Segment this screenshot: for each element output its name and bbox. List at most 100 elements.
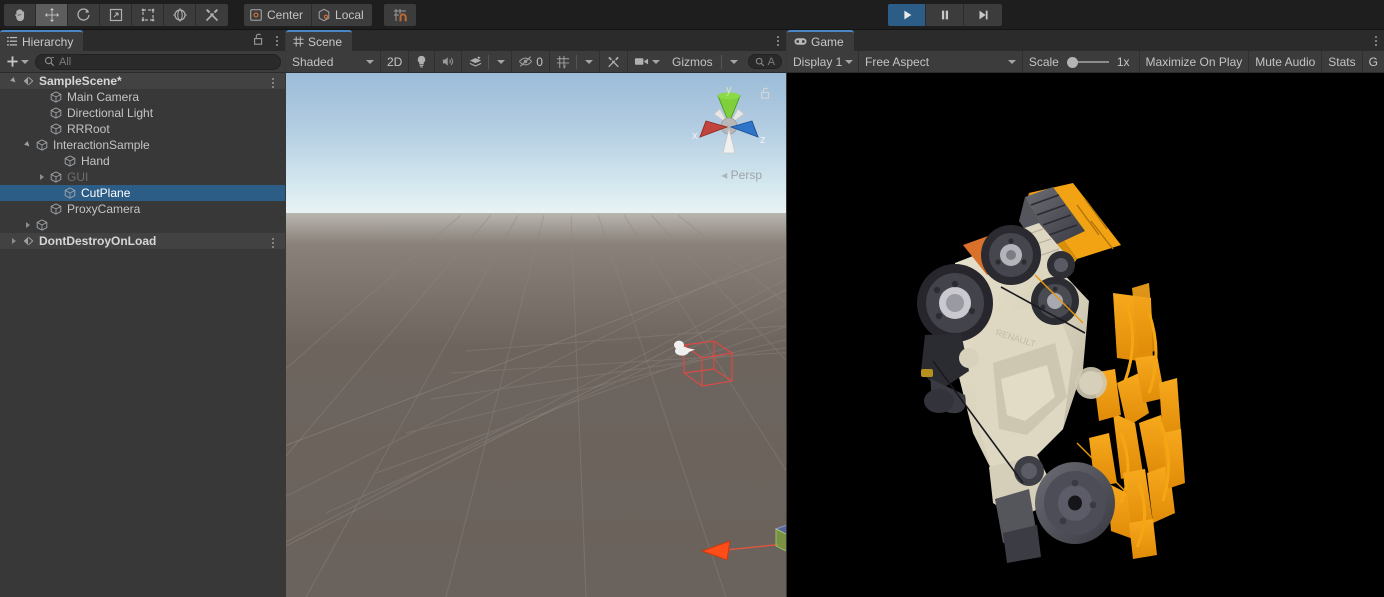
game-gizmos-label: G <box>1368 54 1378 69</box>
hierarchy-row-label: DontDestroyOnLoad <box>39 234 157 248</box>
scene-audio-toggle[interactable] <box>435 50 463 73</box>
scene-menu-icon[interactable] <box>774 34 782 48</box>
hierarchy-tabrow: Hierarchy <box>0 30 285 51</box>
scene-fx-dropdown[interactable] <box>485 50 513 73</box>
hierarchy-row-label: RRRoot <box>67 122 110 136</box>
pause-icon <box>941 10 948 20</box>
scene-camera-settings[interactable] <box>628 51 666 73</box>
scene-lighting-toggle[interactable] <box>409 50 436 73</box>
lock-open-icon[interactable] <box>253 33 265 49</box>
scene-grid-toggle[interactable]: y <box>550 51 573 73</box>
rotate-tool-button[interactable] <box>68 3 100 26</box>
play-button[interactable] <box>888 4 926 26</box>
row-menu-icon[interactable] <box>269 76 277 90</box>
hierarchy-row-label: Directional Light <box>67 106 154 120</box>
expander-placeholder <box>50 185 62 201</box>
handle-space-label: Local <box>335 7 364 22</box>
hand-tool-button[interactable] <box>4 3 36 26</box>
chevron-down-icon <box>729 59 738 64</box>
game-viewport[interactable]: RENAULT <box>787 73 1384 597</box>
grid-snap-button[interactable] <box>383 3 416 26</box>
hierarchy-row-label: InteractionSample <box>53 138 150 152</box>
scene-component-tools[interactable] <box>600 50 628 73</box>
add-gameobject-button[interactable] <box>4 55 31 68</box>
scene-fx-toggle[interactable] <box>462 51 485 73</box>
scene-grid-dropdown[interactable] <box>573 50 600 73</box>
game-display-dropdown[interactable]: Display 1 <box>787 50 859 73</box>
game-gizmos-toggle[interactable]: G <box>1363 51 1384 73</box>
tab-hierarchy[interactable]: Hierarchy <box>0 30 84 51</box>
hierarchy-row[interactable]: InteractionSample <box>0 137 285 153</box>
transform-tool-button[interactable] <box>164 3 196 26</box>
tab-game[interactable]: Game <box>787 30 854 51</box>
chevron-right-icon[interactable] <box>36 169 48 185</box>
scale-slider-handle[interactable] <box>1066 56 1078 68</box>
tab-scene[interactable]: Scene <box>286 30 353 51</box>
scene-2d-toggle[interactable]: 2D <box>381 50 410 73</box>
game-panel: Game Display 1 Free Aspect Scale 1x Maxi… <box>787 30 1384 597</box>
chevron-down-icon <box>1007 59 1016 64</box>
scene-hidden-count: 0 <box>536 54 543 69</box>
scene-search-input[interactable]: A <box>747 54 782 69</box>
move-icon <box>44 7 59 22</box>
gameobject-icon <box>62 155 78 167</box>
game-scale-slider[interactable]: Scale 1x <box>1023 50 1140 73</box>
pivot-mode-button[interactable]: Center <box>244 3 313 26</box>
game-menu-icon[interactable] <box>1372 34 1380 48</box>
custom-tool-button[interactable] <box>196 3 228 26</box>
game-scale-label: Scale <box>1028 54 1059 69</box>
scene-hidden-objects[interactable]: 0 <box>512 50 550 73</box>
pivot-handle-group: Center Local <box>244 3 372 26</box>
divider <box>488 54 490 69</box>
game-mute-audio-toggle[interactable]: Mute Audio <box>1249 50 1323 73</box>
hierarchy-row[interactable]: CutPlane <box>0 185 285 201</box>
chevron-right-icon[interactable] <box>8 233 20 249</box>
gameobject-icon <box>34 139 50 151</box>
game-stats-toggle[interactable]: Stats <box>1322 50 1363 73</box>
game-stats-label: Stats <box>1328 54 1356 69</box>
hierarchy-search-input[interactable]: All <box>35 53 281 70</box>
hierarchy-row[interactable]: ProxyCamera <box>0 201 285 217</box>
chevron-down-icon[interactable] <box>22 137 34 153</box>
game-aspect-dropdown[interactable]: Free Aspect <box>859 50 1023 73</box>
chevron-down-icon[interactable] <box>8 73 20 89</box>
hierarchy-row-label: SampleScene* <box>39 74 122 88</box>
hierarchy-row[interactable]: SampleScene* <box>0 73 285 89</box>
hierarchy-row[interactable]: RRRoot <box>0 121 285 137</box>
game-maximize-label: Maximize On Play <box>1145 54 1243 69</box>
hierarchy-menu-icon[interactable] <box>273 34 281 48</box>
hierarchy-row[interactable]: DontDestroyOnLoad <box>0 233 285 249</box>
scene-viewport[interactable]: x y z ◂ Persp <box>286 73 786 597</box>
hierarchy-row[interactable] <box>0 217 285 233</box>
unity-editor-window: Center Local Hierarchy All SampleScene* … <box>0 0 1384 597</box>
rect-tool-button[interactable] <box>132 3 164 26</box>
scale-slider-track[interactable] <box>1066 56 1109 68</box>
game-maximize-on-play-toggle[interactable]: Maximize On Play <box>1140 50 1250 73</box>
pause-button[interactable] <box>926 4 964 26</box>
engine-3d-model: RENAULT <box>877 183 1197 573</box>
row-menu-icon[interactable] <box>269 236 277 250</box>
scene-projection-label[interactable]: ◂ Persp <box>721 168 762 182</box>
scene-draw-mode-dropdown[interactable]: Shaded <box>286 50 381 73</box>
scene-gizmos-toggle[interactable]: Gizmos <box>666 51 744 73</box>
hierarchy-row[interactable]: Main Camera <box>0 89 285 105</box>
camera-gizmo-icon[interactable] <box>672 337 696 359</box>
step-button[interactable] <box>964 4 1002 26</box>
scene-gizmo-lock-icon[interactable] <box>760 87 772 103</box>
scale-icon <box>109 8 122 21</box>
plus-icon <box>7 56 18 67</box>
game-controller-icon <box>794 37 807 46</box>
move-handle-gizmo[interactable] <box>694 461 786 597</box>
chevron-right-icon[interactable] <box>22 217 34 233</box>
hierarchy-row[interactable]: Hand <box>0 153 285 169</box>
scene-search-placeholder: A <box>767 55 775 68</box>
scale-tool-button[interactable] <box>100 3 132 26</box>
playmode-controls <box>888 4 1002 26</box>
handle-local-icon <box>318 8 330 21</box>
hierarchy-row[interactable]: Directional Light <box>0 105 285 121</box>
scene-icon <box>20 235 36 247</box>
chevron-down-icon <box>651 59 660 64</box>
hierarchy-row[interactable]: GUI <box>0 169 285 185</box>
handle-space-button[interactable]: Local <box>312 3 372 26</box>
move-tool-button[interactable] <box>36 3 68 26</box>
